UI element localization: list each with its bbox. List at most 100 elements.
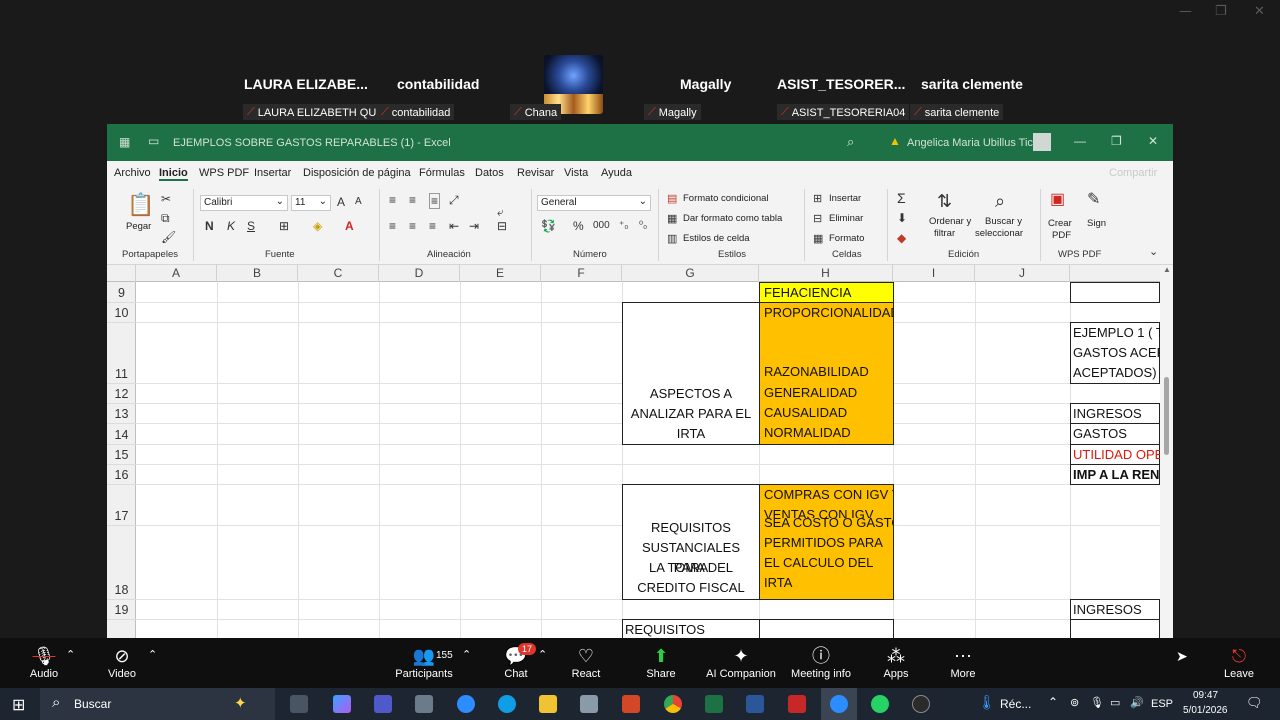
conditional-format-button[interactable]: Formato condicional	[683, 193, 769, 204]
merged-cell-aspectos[interactable]: ASPECTOS A ANALIZAR PARA EL IRTA	[622, 302, 760, 445]
zoom-meeting-icon[interactable]	[830, 695, 848, 713]
cell-k16[interactable]: IMP A LA REN	[1070, 464, 1160, 485]
column-header[interactable]: B	[217, 265, 298, 282]
percent-icon[interactable]: %	[573, 219, 584, 233]
format-cells-button[interactable]: Formato	[829, 233, 864, 244]
column-header[interactable]: D	[379, 265, 460, 282]
cell-styles-icon[interactable]: ▥	[667, 232, 677, 246]
find-select-icon[interactable]: ⌕	[995, 191, 1005, 211]
align-top-icon[interactable]: ≡	[389, 193, 396, 207]
row-header[interactable]: 13	[107, 404, 136, 424]
currency-icon[interactable]: 💱	[541, 219, 556, 233]
spreadsheet-grid[interactable]: FEHACIENCIA PROPORCIONALIDAD RAZONABILID…	[136, 282, 1173, 638]
zoom-app-icon[interactable]	[457, 695, 475, 713]
menu-inicio[interactable]: Inicio	[159, 167, 188, 181]
create-pdf-icon[interactable]: ▣	[1050, 191, 1065, 209]
merged-cell-requisitos[interactable]: REQUISITOS SUSTANCIALES PARA LA TOMA DEL…	[622, 484, 760, 600]
number-format-select[interactable]: General ⌄	[537, 195, 651, 211]
align-left-icon[interactable]: ≡	[389, 219, 396, 233]
column-header[interactable]: I	[893, 265, 975, 282]
align-center-icon[interactable]: ≡	[409, 219, 416, 233]
decrease-indent-icon[interactable]: ⇤	[449, 219, 459, 233]
merge-center-icon[interactable]: ⊟	[497, 219, 507, 233]
bold-button[interactable]: N	[205, 219, 214, 233]
insert-cells-icon[interactable]: ⊞	[813, 192, 822, 206]
excel-icon[interactable]	[705, 695, 723, 713]
conditional-format-icon[interactable]: ▤	[667, 192, 677, 206]
input-language[interactable]: ESP	[1151, 698, 1173, 710]
increase-font-icon[interactable]: A	[337, 195, 345, 209]
cell-k13[interactable]: INGRESOS	[1070, 403, 1160, 424]
borders-icon[interactable]: ⊞	[279, 219, 289, 233]
chevron-up-icon[interactable]: ⌃	[462, 648, 471, 661]
menu-datos[interactable]: Datos	[475, 167, 504, 179]
font-color-icon[interactable]: A	[345, 219, 354, 233]
whatsapp-icon[interactable]	[871, 695, 889, 713]
cell-h18[interactable]: SEA COSTO O GASTO PERMITIDOS PARA EL CAL…	[759, 518, 894, 600]
row-header[interactable]: 16	[107, 465, 136, 485]
row-header[interactable]: 9	[107, 282, 136, 303]
wrap-text-icon[interactable]: ⤶	[497, 205, 504, 219]
row-header[interactable]: 18	[107, 526, 136, 600]
file-explorer-icon[interactable]	[539, 695, 557, 713]
menu-formulas[interactable]: Fórmulas	[419, 167, 465, 179]
taskbar-search-box[interactable]: ⌕ Buscar ✦	[40, 688, 275, 720]
select-all-corner[interactable]	[107, 265, 136, 282]
align-bottom-icon[interactable]: ≡	[429, 193, 441, 209]
notifications-icon[interactable]: 🗨	[1246, 695, 1263, 711]
comma-style-icon[interactable]: 000	[593, 219, 610, 233]
microphone-icon[interactable]: 🎙	[1090, 696, 1104, 709]
search-icon[interactable]: ⌕	[847, 134, 854, 150]
meeting-info-button[interactable]: ⓘ Meeting info	[790, 646, 852, 680]
cell-k15[interactable]: UTILIDAD OPE	[1070, 444, 1163, 465]
sign-icon[interactable]: ✎	[1087, 191, 1100, 209]
cut-icon[interactable]: ✂	[161, 192, 171, 206]
find-select-button[interactable]: Buscar y	[985, 216, 1022, 227]
format-table-button[interactable]: Dar formato como tabla	[683, 213, 782, 224]
column-header[interactable]: F	[541, 265, 622, 282]
app-icon[interactable]	[912, 695, 930, 713]
share-button[interactable]: Compartir	[1109, 167, 1157, 179]
scroll-up-icon[interactable]: ▲	[1163, 265, 1171, 274]
row-header[interactable]: 12	[107, 384, 136, 404]
ai-companion-button[interactable]: ✦ AI Companion	[706, 646, 776, 680]
minimize-icon[interactable]: —	[1179, 4, 1192, 19]
menu-vista[interactable]: Vista	[564, 167, 588, 179]
column-header[interactable]: E	[460, 265, 541, 282]
close-icon[interactable]: ✕	[1254, 4, 1265, 19]
create-pdf-button[interactable]: Crear	[1048, 218, 1072, 229]
cell-k14[interactable]: GASTOS	[1070, 423, 1160, 445]
network-icon[interactable]: ▭	[1110, 696, 1120, 709]
collapse-ribbon-icon[interactable]: ⌄	[1149, 245, 1158, 259]
cell-styles-button[interactable]: Estilos de celda	[683, 233, 750, 244]
minimize-icon[interactable]: —	[1074, 134, 1086, 148]
powerpoint-icon[interactable]	[622, 695, 640, 713]
decrease-decimal-icon[interactable]: ⁰₀	[639, 219, 647, 233]
underline-button[interactable]: S	[247, 219, 255, 233]
pdf-reader-icon[interactable]	[788, 695, 806, 713]
paste-icon[interactable]: 📋	[127, 193, 154, 217]
chevron-up-icon[interactable]: ⌃	[538, 648, 547, 661]
edge-icon[interactable]	[498, 695, 516, 713]
clear-icon[interactable]: ◆	[897, 231, 906, 245]
menu-revisar[interactable]: Revisar	[517, 167, 554, 179]
chevron-up-icon[interactable]: ⌃	[66, 648, 75, 661]
more-button[interactable]: ⋯ More	[946, 646, 980, 680]
menu-wps-pdf[interactable]: WPS PDF	[199, 167, 249, 179]
column-header[interactable]: C	[298, 265, 379, 282]
word-icon[interactable]	[746, 695, 764, 713]
avatar[interactable]	[1033, 133, 1051, 151]
align-right-icon[interactable]: ≡	[429, 219, 436, 233]
row-header[interactable]: 11	[107, 323, 136, 384]
cell-h13[interactable]: CAUSALIDAD	[759, 403, 894, 424]
fill-color-icon[interactable]: ◈	[313, 219, 322, 233]
share-screen-button[interactable]: ⬆ Share	[644, 646, 678, 680]
cell-h10[interactable]: PROPORCIONALIDAD	[759, 302, 894, 323]
cell-h11[interactable]: RAZONABILIDAD	[759, 322, 894, 384]
menu-insertar[interactable]: Insertar	[254, 167, 291, 179]
copy-icon[interactable]: ⧉	[161, 211, 170, 225]
cell-k11[interactable]: EJEMPLO 1 ( T GASTOS ACEP ACEPTADOS)	[1070, 322, 1165, 384]
increase-decimal-icon[interactable]: ⁺₀	[619, 219, 628, 233]
italic-button[interactable]: K	[227, 219, 235, 233]
save-icon[interactable]: ▭	[148, 134, 159, 148]
